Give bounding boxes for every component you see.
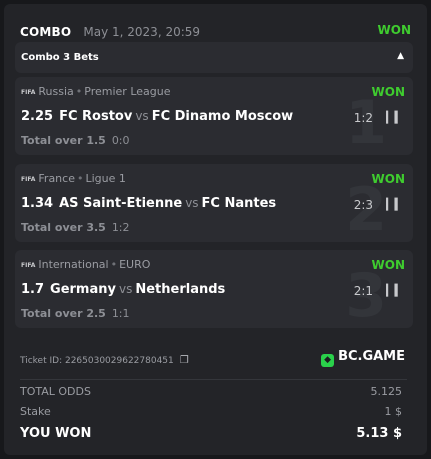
bet-type-label: COMBO [20,25,72,39]
separator-dot: • [76,172,84,185]
caret-up-icon[interactable]: ▲ [397,51,404,61]
combo-bets-label: Combo 3 Bets [21,52,99,63]
combo-bets-toggle[interactable]: Combo 3 Bets ▲ [15,42,413,73]
total-odds-row: TOTAL ODDS 5.125 [20,385,407,398]
ticket-header: COMBO May 1, 2023, 20:59 WON [20,21,411,39]
country-label: International [38,258,109,271]
match-score: 1:2 [353,111,373,125]
bet-status-badge: WON [371,85,405,99]
bet-odds: 2.25 [21,109,54,124]
away-team: FC Nantes [201,196,277,211]
stake-label: Stake [20,405,51,418]
bc-game-logo-icon: ◆ [321,354,335,367]
league-label: Premier League [84,85,171,98]
bet-status-badge: WON [371,258,405,272]
vs-label: vs [135,109,149,123]
fifa-icon: FIFA [21,262,36,269]
bet-market: Total over 2.5 1:1 [21,307,130,320]
payout-row: YOU WON 5.13 $ [20,426,407,441]
divider [20,379,407,380]
separator-dot: • [75,85,83,98]
home-team: FC Rostov [59,109,133,124]
bet-market: Total over 1.5 0:0 [21,134,130,147]
league-info: FIFA France • Ligue 1 [21,172,126,185]
market-result: 1:2 [111,221,130,234]
match-line: 1.7 Germany vs Netherlands [21,282,225,297]
bet-date: May 1, 2023, 20:59 [83,25,201,39]
market-label: Total over 1.5 [21,134,106,147]
payout-value: 5.13 $ [356,426,402,441]
bet-item: 3 FIFA International • EURO WON 1.7 Germany v… [15,250,413,328]
bet-item: 2 FIFA France • Ligue 1 WON 1.34 AS Saint-Et… [15,164,413,242]
vs-label: vs [118,282,133,296]
home-team: Germany [50,282,116,297]
bet-status-badge: WON [371,172,405,186]
match-line: 1.34 AS Saint-Etienne vs FC Nantes [21,196,276,211]
market-label: Total over 2.5 [21,307,106,320]
bet-item: 1 FIFA Russia • Premier League WON 2.25 FC R… [15,77,413,155]
league-label: EURO [119,258,151,271]
away-team: FC Dinamo Moscow [151,109,294,124]
country-label: Russia [38,85,74,98]
fifa-icon: FIFA [21,89,36,96]
bet-odds: 1.7 [21,282,45,297]
ticket-id-label: Ticket ID: 2265030029622780451 [20,356,174,366]
fifa-icon: FIFA [21,176,36,183]
market-result: 0:0 [111,134,130,147]
ticket-id: Ticket ID: 2265030029622780451 ❐ [20,355,189,366]
match-line: 2.25 FC Rostov vs FC Dinamo Moscow [21,109,293,124]
league-info: FIFA Russia • Premier League [21,85,171,98]
separator-dot: • [110,258,118,271]
ticket-status-badge: WON [377,23,411,37]
stake-value: 1 $ [384,405,403,418]
total-odds-label: TOTAL ODDS [20,385,91,398]
brand-name: BC.GAME [338,349,405,364]
copy-icon[interactable]: ❐ [180,355,189,366]
payout-label: YOU WON [20,426,92,441]
match-score: 2:1 [353,284,373,298]
league-info: FIFA International • EURO [21,258,150,271]
stats-icon[interactable]: ▎▍ [386,284,403,297]
country-label: France [38,172,75,185]
market-label: Total over 3.5 [21,221,106,234]
league-label: Ligue 1 [85,172,126,185]
stats-icon[interactable]: ▎▍ [386,198,403,211]
bet-odds: 1.34 [21,196,54,211]
total-odds-value: 5.125 [370,385,403,398]
market-result: 1:1 [111,307,130,320]
away-team: Netherlands [135,282,226,297]
bet-ticket-card: COMBO May 1, 2023, 20:59 WON Combo 3 Bet… [4,4,427,455]
home-team: AS Saint-Etienne [59,196,183,211]
stats-icon[interactable]: ▎▍ [386,111,403,124]
vs-label: vs [185,196,199,210]
bet-market: Total over 3.5 1:2 [21,221,130,234]
match-score: 2:3 [353,198,373,212]
stake-row: Stake 1 $ [20,405,407,418]
brand-logo: ◆ BC.GAME [321,349,405,367]
